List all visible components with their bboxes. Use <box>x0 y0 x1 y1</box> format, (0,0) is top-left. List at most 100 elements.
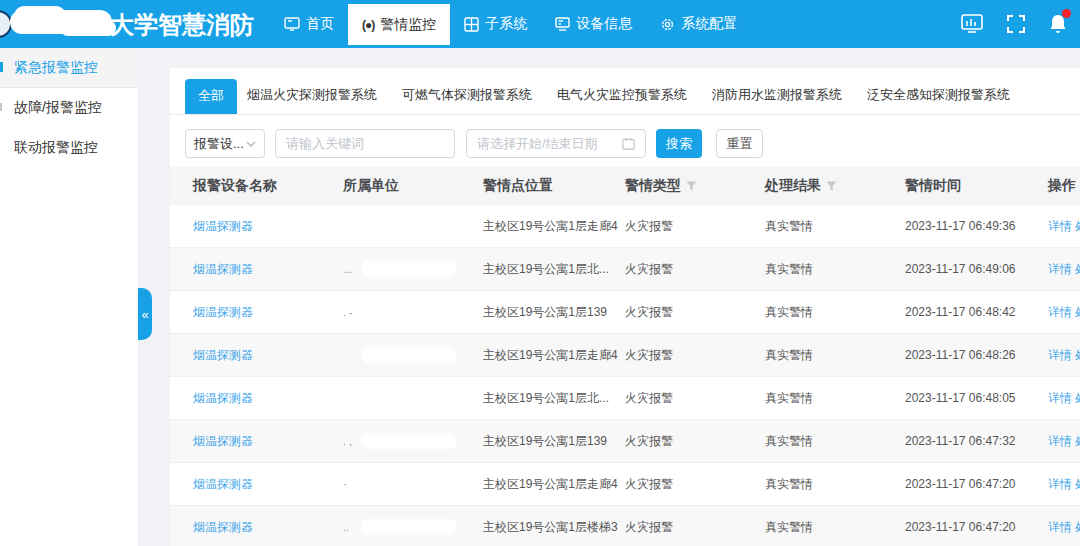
detail-link[interactable]: 详情 <box>1048 433 1072 450</box>
table-header: 报警设备名称所属单位警情点位置警情类型处理结果警情时间操作 <box>170 167 1080 205</box>
nav-item-4[interactable]: 设备信息 <box>541 0 646 48</box>
detail-link[interactable]: 详情 <box>1048 304 1072 321</box>
table-row-5: 烟温探测器主校区19号公寓1层北...火灾报警真实警情2023-11-17 06… <box>170 377 1080 420</box>
nav-item-1[interactable]: 首页 <box>270 0 348 48</box>
reset-button[interactable]: 重置 <box>716 129 763 158</box>
detail-link[interactable]: 详情 <box>1048 261 1072 278</box>
nav-item-5[interactable]: 系统配置 <box>646 0 751 48</box>
date-placeholder: 请选择开始/结束日期 <box>477 135 598 153</box>
column-header-3: 警情点位置 <box>483 177 625 195</box>
handle-link[interactable]: 处理 <box>1075 218 1080 235</box>
sidebar: 紧急报警监控故障/报警监控联动报警监控 <box>0 48 138 546</box>
unit-text: . , <box>343 435 352 447</box>
device-name-link[interactable]: 烟温探测器 <box>193 519 343 536</box>
alarm-type-cell: 火灾报警 <box>625 433 765 450</box>
column-header-7: 操作 <box>1048 177 1080 195</box>
nav-label: 警情监控 <box>380 16 436 34</box>
detail-link[interactable]: 详情 <box>1048 476 1072 493</box>
unit-text: · <box>343 478 347 490</box>
tab-2[interactable]: 烟温火灾探测报警系统 <box>247 86 377 114</box>
keyword-input[interactable]: 请输入关键词 <box>275 129 455 158</box>
alarm-monitor-icon: (●) <box>362 18 374 32</box>
search-button[interactable]: 搜索 <box>656 129 702 158</box>
fullscreen-icon[interactable] <box>1006 14 1026 34</box>
alarm-type-cell: 火灾报警 <box>625 519 765 536</box>
detail-link[interactable]: 详情 <box>1048 347 1072 364</box>
ops-cell: 详情处理 <box>1048 476 1080 493</box>
bell-icon[interactable] <box>1048 13 1068 35</box>
device-name-link[interactable]: 烟温探测器 <box>193 304 343 321</box>
device-name-link[interactable]: 烟温探测器 <box>193 347 343 364</box>
unit-cell: ... <box>343 248 483 290</box>
alarm-table: 报警设备名称所属单位警情点位置警情类型处理结果警情时间操作 烟温探测器主校区19… <box>170 167 1080 546</box>
content-card: 全部烟温火灾探测报警系统可燃气体探测报警系统电气火灾监控预警系统消防用水监测报警… <box>170 68 1080 546</box>
column-header-6: 警情时间 <box>905 177 1048 195</box>
sidebar-item-2[interactable]: 故障/报警监控 <box>0 88 138 128</box>
keyword-placeholder: 请输入关键词 <box>286 135 364 153</box>
tab-1[interactable]: 全部 <box>185 79 237 114</box>
handle-link[interactable]: 处理 <box>1075 433 1080 450</box>
table-row-3: 烟温探测器. -主校区19号公寓1层139火灾报警真实警情2023-11-17 … <box>170 291 1080 334</box>
detail-link[interactable]: 详情 <box>1048 519 1072 536</box>
unit-cell: .. <box>343 506 483 546</box>
calendar-icon <box>622 137 635 150</box>
handle-link[interactable]: 处理 <box>1075 519 1080 536</box>
handle-link[interactable]: 处理 <box>1075 390 1080 407</box>
sidebar-collapse-handle[interactable]: « <box>138 288 152 340</box>
column-header-4: 警情类型 <box>625 177 765 195</box>
result-cell: 真实警情 <box>765 347 905 364</box>
sidebar-item-label: 故障/报警监控 <box>14 99 102 117</box>
tab-4[interactable]: 电气火灾监控预警系统 <box>557 86 687 114</box>
unit-redaction <box>361 433 457 449</box>
filter-funnel-icon[interactable] <box>686 181 697 191</box>
logo-redaction <box>60 20 116 36</box>
device-name-link[interactable]: 烟温探测器 <box>193 476 343 493</box>
time-cell: 2023-11-17 06:47:20 <box>905 520 1048 534</box>
filter-funnel-icon[interactable] <box>826 181 837 191</box>
device-name-link[interactable]: 烟温探测器 <box>193 261 343 278</box>
result-cell: 真实警情 <box>765 261 905 278</box>
sidebar-item-1[interactable]: 紧急报警监控 <box>0 48 138 88</box>
table-row-6: 烟温探测器. ,主校区19号公寓1层139火灾报警真实警情2023-11-17 … <box>170 420 1080 463</box>
unit-cell <box>343 205 483 247</box>
tab-5[interactable]: 消防用水监测报警系统 <box>712 86 842 114</box>
device-name-link[interactable]: 烟温探测器 <box>193 390 343 407</box>
nav-item-3[interactable]: 子系统 <box>450 0 541 48</box>
result-cell: 真实警情 <box>765 304 905 321</box>
device-type-select[interactable]: 报警设... <box>185 129 265 158</box>
unit-text: .. <box>343 521 349 533</box>
nav-label: 首页 <box>306 15 334 33</box>
handle-link[interactable]: 处理 <box>1075 476 1080 493</box>
date-range-input[interactable]: 请选择开始/结束日期 <box>466 129 646 158</box>
detail-link[interactable]: 详情 <box>1048 218 1072 235</box>
column-label: 处理结果 <box>765 177 821 195</box>
location-cell: 主校区19号公寓1层楼梯3 <box>483 519 625 536</box>
location-cell: 主校区19号公寓1层走廊4 <box>483 218 625 235</box>
device-name-link[interactable]: 烟温探测器 <box>193 433 343 450</box>
tab-6[interactable]: 泛安全感知探测报警系统 <box>867 86 1010 114</box>
detail-link[interactable]: 详情 <box>1048 390 1072 407</box>
alarm-type-cell: 火灾报警 <box>625 261 765 278</box>
tab-3[interactable]: 可燃气体探测报警系统 <box>402 86 532 114</box>
column-header-5: 处理结果 <box>765 177 905 195</box>
nav-label: 子系统 <box>485 15 527 33</box>
table-row-4: 烟温探测器主校区19号公寓1层走廊4火灾报警真实警情2023-11-17 06:… <box>170 334 1080 377</box>
time-cell: 2023-11-17 06:47:20 <box>905 477 1048 491</box>
chevron-down-icon <box>246 141 256 147</box>
ops-cell: 详情处理 <box>1048 390 1080 407</box>
ops-cell: 详情处理 <box>1048 218 1080 235</box>
alarm-type-cell: 火灾报警 <box>625 476 765 493</box>
home-icon <box>284 17 300 31</box>
handle-link[interactable]: 处理 <box>1075 304 1080 321</box>
logo-area: 大学智慧消防 <box>0 0 270 48</box>
sidebar-item-3[interactable]: 联动报警监控 <box>0 128 138 168</box>
dashboard-icon[interactable] <box>960 13 984 35</box>
handle-link[interactable]: 处理 <box>1075 261 1080 278</box>
nav-item-2[interactable]: (●) 警情监控 <box>348 4 450 45</box>
filter-bar: 报警设... 请输入关键词 请选择开始/结束日期 搜索 重置 <box>185 129 1080 158</box>
handle-link[interactable]: 处理 <box>1075 347 1080 364</box>
time-cell: 2023-11-17 06:48:26 <box>905 348 1048 362</box>
system-tabs: 全部烟温火灾探测报警系统可燃气体探测报警系统电气火灾监控预警系统消防用水监测报警… <box>170 68 1080 115</box>
unit-redaction <box>361 347 457 363</box>
device-name-link[interactable]: 烟温探测器 <box>193 218 343 235</box>
